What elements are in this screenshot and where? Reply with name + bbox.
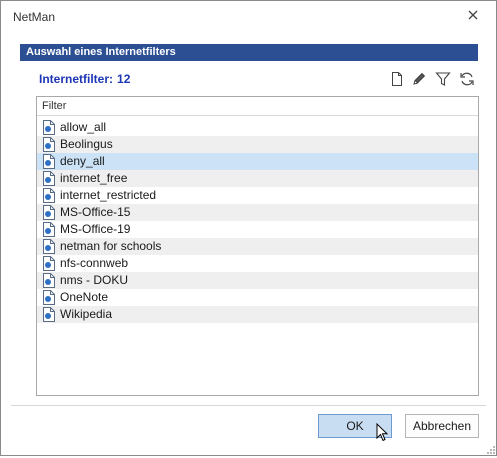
title-bar[interactable]: NetMan (1, 1, 496, 31)
filter-document-icon (42, 290, 56, 305)
list-item[interactable]: Wikipedia (37, 306, 478, 323)
list-item-label: Beolingus (60, 137, 113, 151)
list-item[interactable]: internet_free (37, 170, 478, 187)
list-item[interactable]: MS-Office-19 (37, 221, 478, 238)
list-item-label: MS-Office-19 (60, 222, 131, 236)
filter-document-icon (42, 307, 56, 322)
section-header: Auswahl eines Internetfilters (20, 44, 478, 61)
list-item-label: MS-Office-15 (60, 205, 131, 219)
list-item-label: netman for schools (60, 239, 162, 253)
filter-listbox[interactable]: Filter allow_all Beolingus deny_allinterne… (36, 96, 479, 396)
list-item[interactable]: nms - DOKU (37, 272, 478, 289)
divider (11, 405, 486, 406)
filter-count-value: 12 (117, 72, 131, 86)
filter-document-icon (42, 273, 56, 288)
list-item[interactable]: internet_restricted (37, 187, 478, 204)
filter-document-icon (42, 239, 56, 254)
column-header-filter[interactable]: Filter (37, 97, 478, 116)
dialog-window: NetMan Auswahl eines Internetfilters Int… (0, 0, 497, 456)
list-item-label: nms - DOKU (60, 273, 129, 287)
filter-document-icon (42, 137, 56, 152)
list-item[interactable]: deny_all (37, 153, 478, 170)
list-item-label: allow_all (60, 120, 107, 134)
list-item[interactable]: Beolingus (37, 136, 478, 153)
list-item-label: deny_all (60, 154, 105, 168)
list-item-label: OneNote (60, 290, 109, 304)
filter-document-icon (42, 188, 56, 203)
list-item[interactable]: allow_all (37, 119, 478, 136)
filter-document-icon (42, 205, 56, 220)
filter-document-icon (42, 154, 56, 169)
list-item[interactable]: netman for schools (37, 238, 478, 255)
list-item[interactable]: nfs-connweb (37, 255, 478, 272)
filter-list: allow_all Beolingus deny_all internet_freei… (37, 119, 478, 323)
mouse-pointer-icon (376, 422, 390, 443)
filter-funnel-icon[interactable] (433, 69, 453, 89)
list-item-label: internet_free (60, 171, 128, 185)
list-item-label: Wikipedia (60, 307, 113, 321)
filter-document-icon (42, 256, 56, 271)
filter-document-icon (42, 171, 56, 186)
cancel-button[interactable]: Abbrechen (405, 414, 479, 438)
list-item-label: internet_restricted (60, 188, 157, 202)
list-item[interactable]: OneNote (37, 289, 478, 306)
filter-count-label: Internetfilter: 12 (39, 72, 130, 86)
edit-pencil-icon[interactable] (409, 69, 429, 89)
refresh-icon[interactable] (457, 69, 477, 89)
list-item-label: nfs-connweb (60, 256, 129, 270)
new-document-icon[interactable] (387, 69, 407, 89)
filter-document-icon (42, 120, 56, 135)
filter-count-text: Internetfilter: (39, 72, 114, 86)
list-item[interactable]: MS-Office-15 (37, 204, 478, 221)
window-title: NetMan (13, 10, 56, 24)
filter-document-icon (42, 222, 56, 237)
close-icon[interactable] (466, 8, 480, 22)
resize-grip-icon[interactable] (486, 444, 496, 454)
